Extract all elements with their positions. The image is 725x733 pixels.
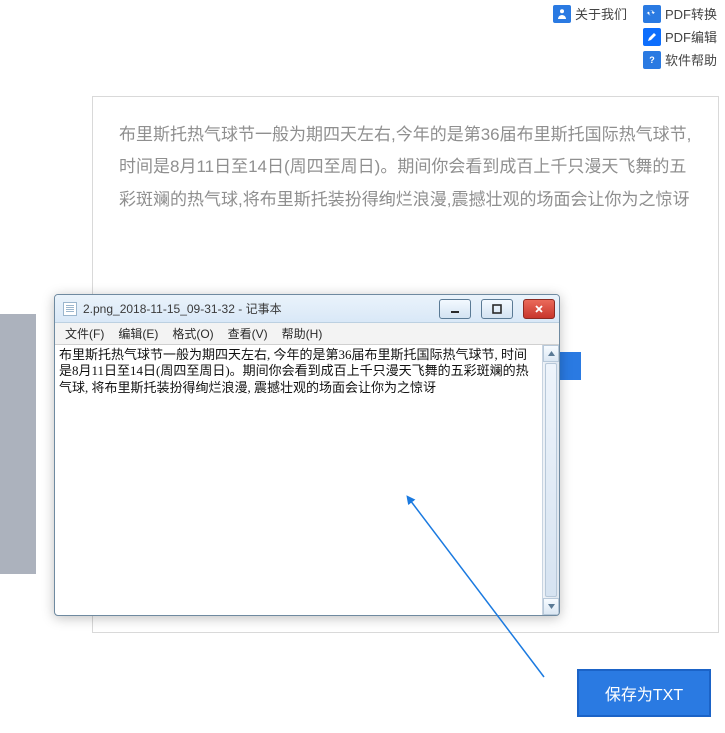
close-button[interactable] bbox=[523, 299, 555, 319]
nav-about-label: 关于我们 bbox=[575, 4, 627, 23]
notepad-scrollbar[interactable] bbox=[542, 345, 559, 615]
menu-file[interactable]: 文件(F) bbox=[59, 323, 110, 344]
top-nav: 关于我们 PDF转换 PDF编辑 ? 软件帮助 bbox=[553, 4, 717, 69]
left-image-strip bbox=[0, 314, 36, 574]
nav-help[interactable]: ? 软件帮助 bbox=[643, 50, 717, 69]
nav-pdf-convert-label: PDF转换 bbox=[665, 4, 717, 23]
about-icon bbox=[553, 5, 571, 23]
maximize-button[interactable] bbox=[481, 299, 513, 319]
result-text: 布里斯托热气球节一般为期四天左右,今年的是第36届布里斯托国际热气球节,时间是8… bbox=[93, 97, 718, 238]
save-as-txt-label: 保存为TXT bbox=[605, 681, 683, 705]
nav-pdf-convert[interactable]: PDF转换 bbox=[643, 4, 717, 23]
notepad-menubar: 文件(F) 编辑(E) 格式(O) 查看(V) 帮助(H) bbox=[55, 323, 559, 345]
edit-icon bbox=[643, 28, 661, 46]
menu-view[interactable]: 查看(V) bbox=[222, 323, 274, 344]
svg-text:?: ? bbox=[649, 55, 655, 65]
nav-pdf-edit[interactable]: PDF编辑 bbox=[643, 27, 717, 46]
nav-about[interactable]: 关于我们 bbox=[553, 4, 627, 23]
help-icon: ? bbox=[643, 51, 661, 69]
convert-icon bbox=[643, 5, 661, 23]
notepad-titlebar[interactable]: 2.png_2018-11-15_09-31-32 - 记事本 bbox=[55, 295, 559, 323]
scroll-up-icon[interactable] bbox=[543, 345, 559, 362]
save-as-txt-button[interactable]: 保存为TXT bbox=[577, 669, 711, 717]
notepad-title: 2.png_2018-11-15_09-31-32 - 记事本 bbox=[83, 300, 282, 317]
minimize-button[interactable] bbox=[439, 299, 471, 319]
notepad-textarea[interactable]: 布里斯托热气球节一般为期四天左右, 今年的是第36届布里斯托国际热气球节, 时间… bbox=[55, 345, 542, 615]
menu-help[interactable]: 帮助(H) bbox=[276, 323, 329, 344]
scroll-thumb[interactable] bbox=[545, 363, 557, 597]
nav-help-label: 软件帮助 bbox=[665, 50, 717, 69]
menu-edit[interactable]: 编辑(E) bbox=[112, 323, 164, 344]
left-clipped-text: 国 看 烂 bbox=[0, 100, 40, 232]
notepad-file-icon bbox=[63, 302, 77, 316]
nav-pdf-edit-label: PDF编辑 bbox=[665, 27, 717, 46]
menu-format[interactable]: 格式(O) bbox=[166, 323, 219, 344]
scroll-down-icon[interactable] bbox=[543, 598, 559, 615]
notepad-window: 2.png_2018-11-15_09-31-32 - 记事本 文件(F) 编辑… bbox=[54, 294, 560, 616]
